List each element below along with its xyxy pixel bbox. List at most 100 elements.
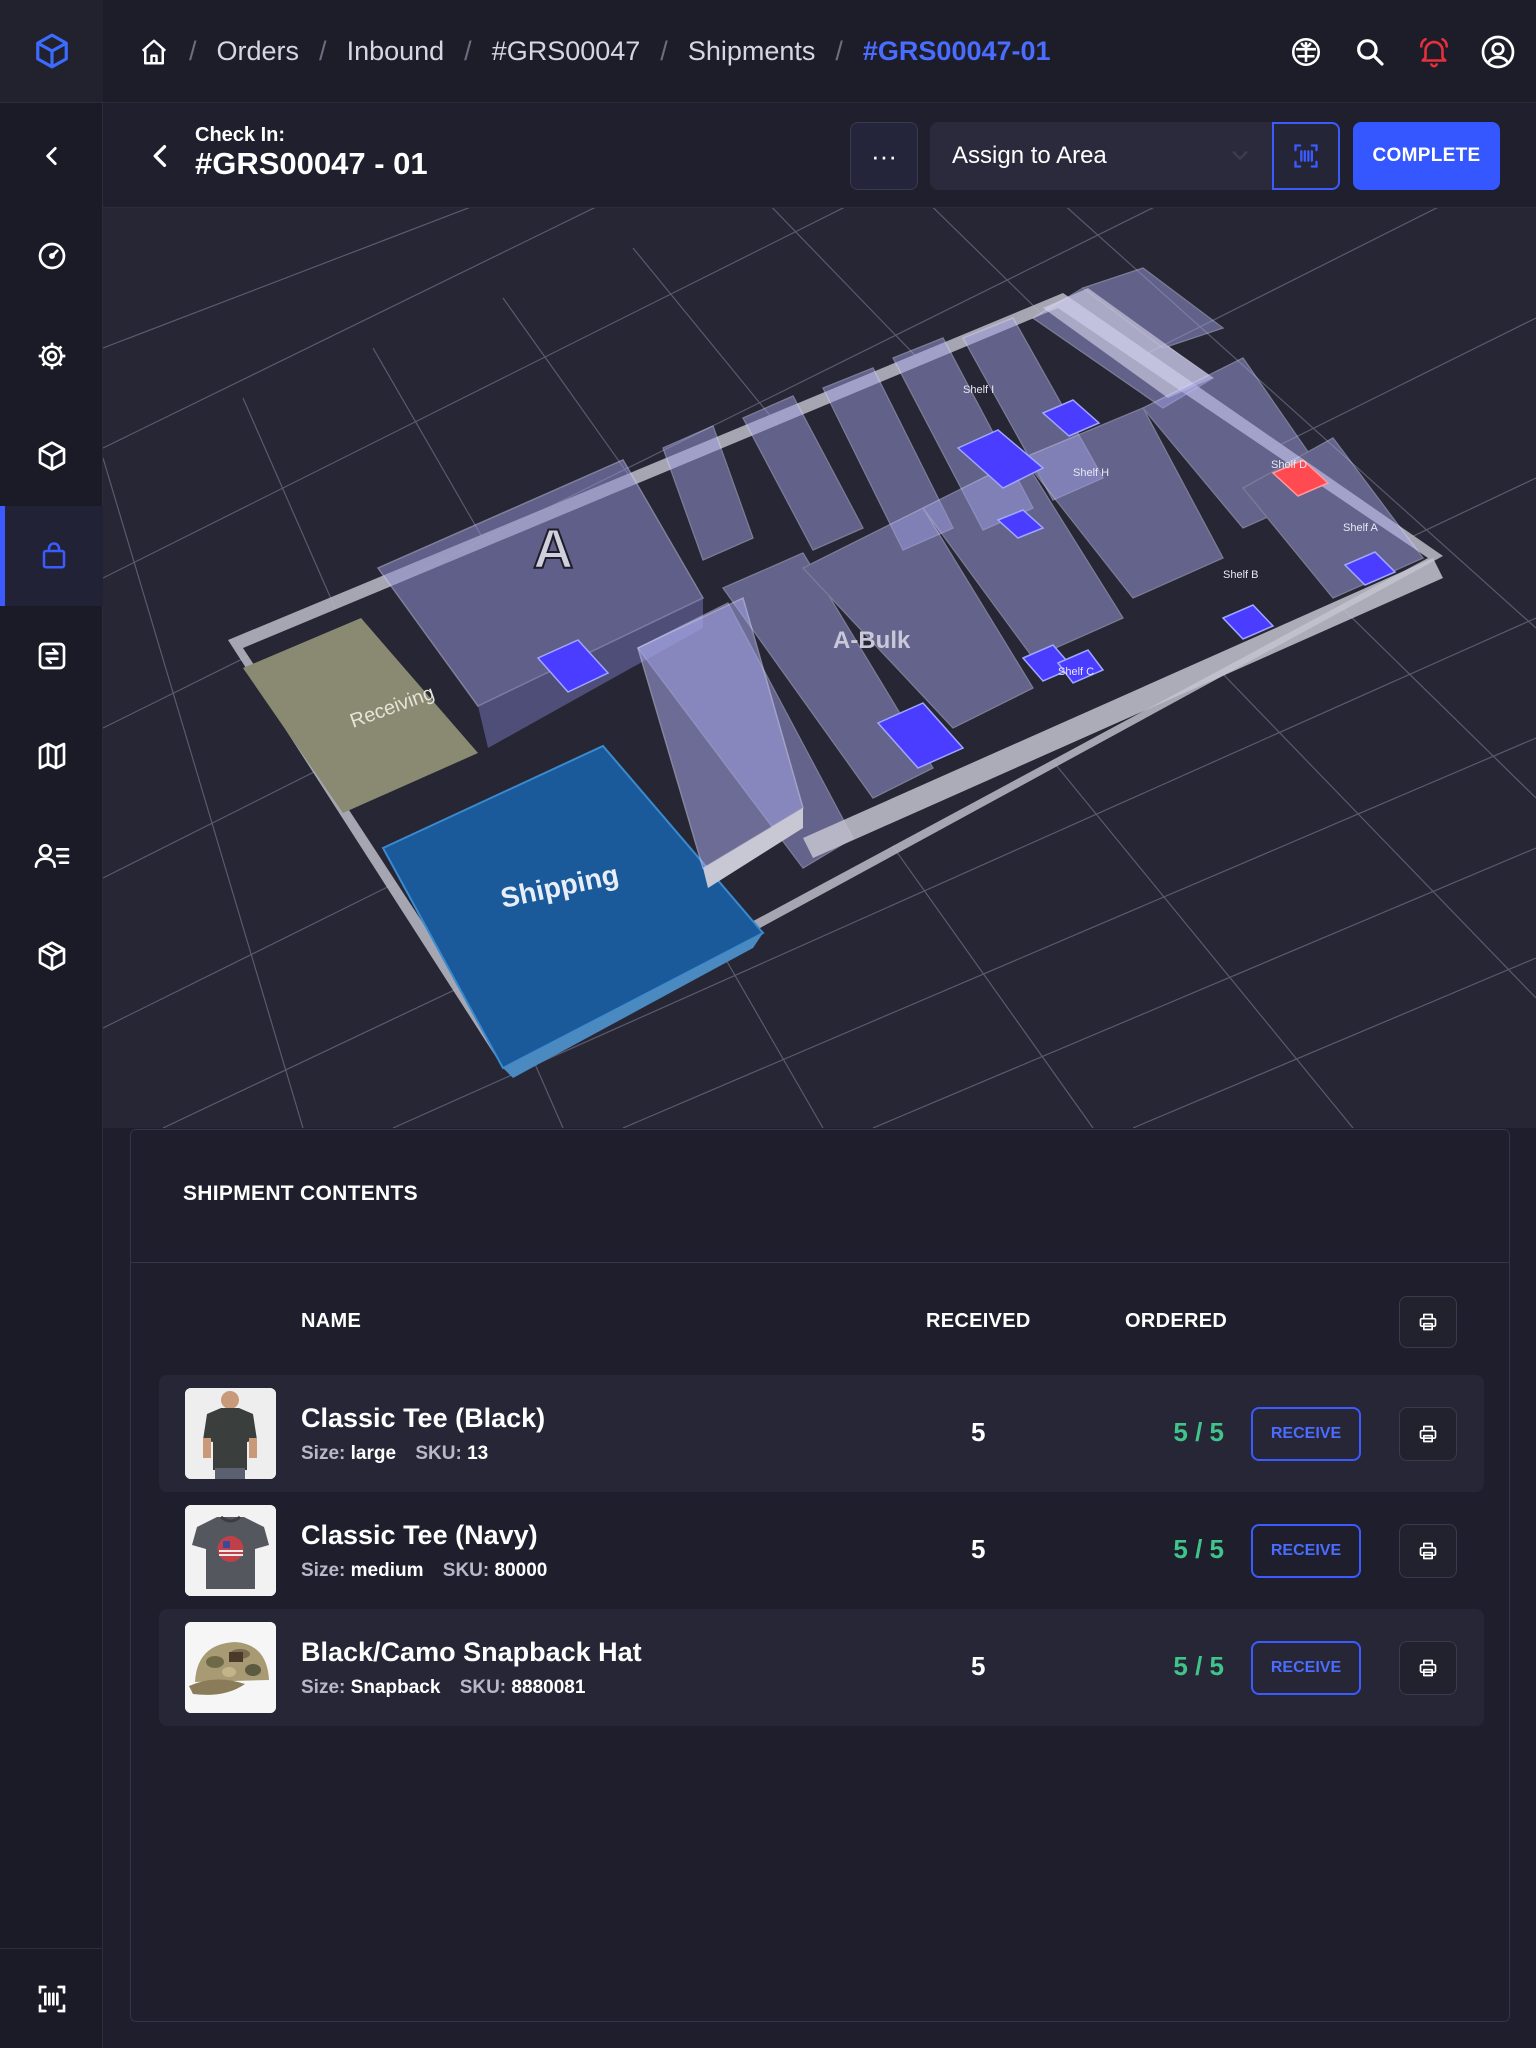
shelf-i-label: Shelf I xyxy=(963,384,994,396)
breadcrumb-separator: / xyxy=(319,36,327,66)
check-in-header: Check In: #GRS00047 - 01 ··· Assign to A… xyxy=(103,104,1536,208)
print-label-button[interactable] xyxy=(1399,1407,1457,1461)
shelf-d-label: Shelf D xyxy=(1271,459,1307,471)
box-icon xyxy=(38,441,65,471)
page-title: #GRS00047 - 01 xyxy=(195,146,428,181)
product-sku: 80000 xyxy=(494,1560,548,1581)
warehouse-map-canvas[interactable]: Receiving Shipping A A-Bulk Shelf I Shel… xyxy=(103,208,1536,1128)
top-bar: / Orders / Inbound / #GRS00047 / Shipmen… xyxy=(103,0,1536,103)
print-label-button[interactable] xyxy=(1399,1641,1457,1695)
size-key: Size: xyxy=(301,1677,346,1698)
search-icon xyxy=(1357,38,1384,66)
print-label-button[interactable] xyxy=(1399,1524,1457,1578)
check-in-label: Check In: xyxy=(195,124,286,146)
assign-area-select[interactable]: Assign to Area xyxy=(930,122,1277,190)
map-icon xyxy=(38,742,65,770)
shelf-b-label: Shelf B xyxy=(1223,569,1258,581)
cube-logo-icon xyxy=(35,33,68,69)
zone-a-bulk-label: A-Bulk xyxy=(833,627,911,654)
breadcrumb-inbound[interactable]: Inbound xyxy=(347,36,445,67)
product-thumbnail-black-tee xyxy=(185,1388,276,1479)
product-thumbnail-navy-tee xyxy=(185,1505,276,1596)
breadcrumb-shipments[interactable]: Shipments xyxy=(688,36,816,67)
product-meta: Size: large SKU: 13 xyxy=(301,1443,488,1465)
sidebar-item-dashboard[interactable] xyxy=(0,206,103,306)
scan-area-button[interactable] xyxy=(1272,122,1340,190)
sidebar-collapse-button[interactable] xyxy=(0,106,103,206)
column-header-received: RECEIVED xyxy=(926,1310,1031,1332)
speedometer-icon xyxy=(38,242,65,270)
shopping-bag-icon xyxy=(42,542,66,569)
ellipsis-icon: ··· xyxy=(871,140,897,171)
sidebar-item-map[interactable] xyxy=(0,706,103,806)
product-size: Snapback xyxy=(350,1677,441,1698)
back-button[interactable] xyxy=(141,136,181,176)
app-logo[interactable] xyxy=(0,0,103,103)
ordered-count: 5 / 5 xyxy=(1173,1417,1224,1447)
barcode-scan-icon xyxy=(1294,144,1318,168)
sku-key: SKU: xyxy=(442,1560,490,1581)
chevron-left-icon xyxy=(45,147,57,165)
breadcrumb-order-id[interactable]: #GRS00047 xyxy=(492,36,641,67)
zone-a-label: A xyxy=(533,517,573,580)
sidebar-item-products[interactable] xyxy=(0,906,103,1006)
printer-icon xyxy=(1419,1542,1437,1560)
sidebar-item-transfers[interactable] xyxy=(0,606,103,706)
table-row: Black/Camo Snapback Hat Size: Snapback S… xyxy=(159,1609,1484,1726)
search-button[interactable] xyxy=(1338,20,1402,84)
chevron-left-icon xyxy=(153,145,167,167)
user-list-icon xyxy=(34,844,69,868)
column-header-ordered: ORDERED xyxy=(1125,1310,1228,1332)
breadcrumb-separator: / xyxy=(464,36,472,66)
sidebar-item-users[interactable] xyxy=(0,806,103,906)
size-key: Size: xyxy=(301,1443,346,1464)
barcode-scanner-button[interactable] xyxy=(0,1948,103,2048)
ordered-count: 5 / 5 xyxy=(1173,1534,1224,1564)
ordered-count: 5 / 5 xyxy=(1173,1651,1224,1681)
notifications-button[interactable] xyxy=(1402,20,1466,84)
product-sku: 13 xyxy=(467,1443,489,1464)
print-all-button[interactable] xyxy=(1399,1296,1457,1348)
receive-button[interactable]: RECEIVE xyxy=(1251,1524,1361,1578)
chevron-down-icon xyxy=(1232,151,1248,160)
home-icon[interactable] xyxy=(139,37,169,67)
app: / Orders / Inbound / #GRS00047 / Shipmen… xyxy=(0,0,1536,2048)
complete-button[interactable]: COMPLETE xyxy=(1353,122,1500,190)
sidebar-item-settings[interactable] xyxy=(0,306,103,406)
shelf-c-label: Shelf C xyxy=(1058,666,1094,678)
gear-icon xyxy=(38,342,65,370)
assign-area-placeholder: Assign to Area xyxy=(952,142,1107,169)
navy-tee-image xyxy=(185,1505,276,1596)
received-count: 5 xyxy=(971,1651,986,1681)
product-size: medium xyxy=(350,1560,424,1581)
transfer-icon xyxy=(38,642,65,670)
breadcrumb-separator: / xyxy=(835,36,843,66)
sku-key: SKU: xyxy=(415,1443,462,1464)
breadcrumb-separator: / xyxy=(189,36,197,66)
shipment-contents-panel: SHIPMENT CONTENTS NAME RECEIVED ORDERED … xyxy=(130,1129,1510,2022)
sku-key: SKU: xyxy=(459,1677,507,1698)
printer-icon xyxy=(1419,1659,1437,1677)
receive-button[interactable]: RECEIVE xyxy=(1251,1407,1361,1461)
sidebar-item-inventory[interactable] xyxy=(0,406,103,506)
breadcrumb-orders[interactable]: Orders xyxy=(217,36,300,67)
camo-hat-image xyxy=(185,1622,276,1713)
printer-icon xyxy=(1419,1313,1437,1331)
more-actions-button[interactable]: ··· xyxy=(850,122,918,190)
top-bar-actions xyxy=(1274,0,1536,103)
received-count: 5 xyxy=(971,1534,986,1564)
shelf-h-label: Shelf H xyxy=(1073,467,1109,479)
printer-icon xyxy=(1419,1425,1437,1443)
account-button[interactable] xyxy=(1466,20,1530,84)
product-sku: 8880081 xyxy=(511,1677,586,1698)
product-meta: Size: Snapback SKU: 8880081 xyxy=(301,1677,585,1699)
breadcrumb: / Orders / Inbound / #GRS00047 / Shipmen… xyxy=(139,0,1051,103)
table-row: Classic Tee (Black) Size: large SKU: 13 … xyxy=(159,1375,1484,1492)
receive-button[interactable]: RECEIVE xyxy=(1251,1641,1361,1695)
panel-title: SHIPMENT CONTENTS xyxy=(183,1182,418,1205)
product-name: Classic Tee (Black) xyxy=(301,1403,546,1433)
package-icon xyxy=(38,941,65,971)
debug-button[interactable] xyxy=(1274,20,1338,84)
warehouse-3d-map[interactable]: Receiving Shipping A A-Bulk Shelf I Shel… xyxy=(103,208,1536,1128)
sidebar-item-orders[interactable] xyxy=(0,506,103,606)
